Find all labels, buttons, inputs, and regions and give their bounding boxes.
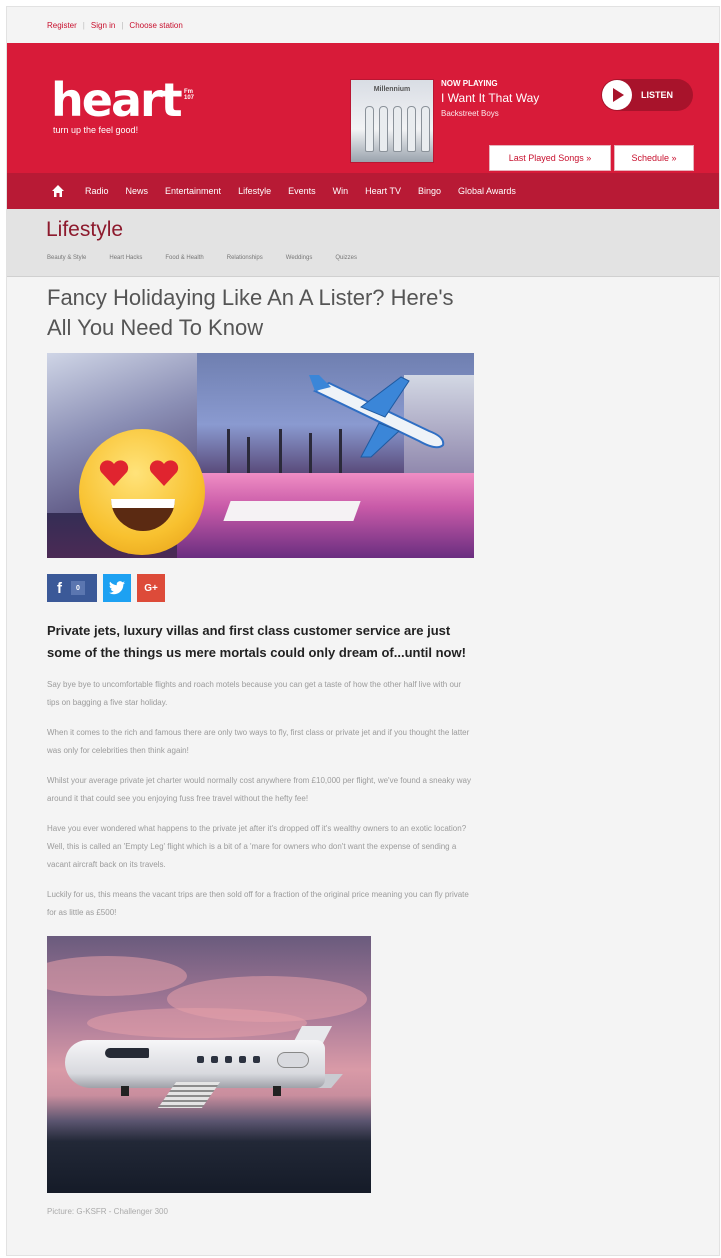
subnav-relationships[interactable]: Relationships xyxy=(227,255,263,261)
nav-item-entertainment[interactable]: Entertainment xyxy=(165,186,221,196)
article-lede: Private jets, luxury villas and first cl… xyxy=(47,623,466,660)
article-paragraph: Luckily for us, this means the vacant tr… xyxy=(47,890,469,917)
album-title: Millennium xyxy=(373,86,411,93)
subnav-weddings[interactable]: Weddings xyxy=(286,255,313,261)
share-count: 0 xyxy=(71,581,85,595)
facebook-share-button[interactable]: f 0 xyxy=(47,574,97,602)
nav-item-radio[interactable]: Radio xyxy=(85,186,109,196)
article-paragraph: When it comes to the rich and famous the… xyxy=(47,728,470,755)
now-playing-label: NOW PLAYING xyxy=(441,79,498,88)
article-paragraph: Whilst your average private jet charter … xyxy=(47,776,471,803)
nav-item-events[interactable]: Events xyxy=(288,186,316,196)
nav-item-bingo[interactable]: Bingo xyxy=(418,186,441,196)
subnav-quizzes[interactable]: Quizzes xyxy=(335,255,357,261)
artist-name: Backstreet Boys xyxy=(441,109,499,118)
separator: | xyxy=(82,20,85,30)
choose-station-link[interactable]: Choose station xyxy=(129,21,182,30)
now-playing: NOW PLAYING I Want It That Way Backstree… xyxy=(441,79,539,118)
article-headline: Fancy Holidaying Like An A Lister? Here'… xyxy=(47,285,454,340)
nav-item-news[interactable]: News xyxy=(126,186,149,196)
separator: | xyxy=(121,20,124,30)
facebook-icon: f xyxy=(57,579,62,597)
subnav-food-health[interactable]: Food & Health xyxy=(165,255,203,261)
listen-label: LISTEN xyxy=(641,90,674,100)
utility-bar: Register | Sign in | Choose station xyxy=(7,7,719,43)
register-link[interactable]: Register xyxy=(47,21,77,30)
schedule-button[interactable]: Schedule » xyxy=(614,145,694,171)
page-frame: Register | Sign in | Choose station hear… xyxy=(6,6,720,1256)
heart-eyes-emoji-icon xyxy=(79,429,205,555)
google-plus-share-button[interactable]: G+ xyxy=(137,574,165,602)
section-title: Lifestyle xyxy=(46,218,124,241)
twitter-icon xyxy=(109,581,125,595)
home-icon[interactable] xyxy=(51,184,65,198)
play-icon xyxy=(602,80,632,110)
section-subnav: Beauty & Style Heart Hacks Food & Health… xyxy=(47,255,380,261)
heart-logo[interactable]: heart Fm 107 turn up the feel good! xyxy=(51,73,194,135)
twitter-share-button[interactable] xyxy=(103,574,131,602)
logo-word: heart xyxy=(51,73,183,127)
sign-in-link[interactable]: Sign in xyxy=(91,21,115,30)
hero-image xyxy=(47,353,474,558)
private-jet-image xyxy=(47,936,371,1193)
subnav-heart-hacks[interactable]: Heart Hacks xyxy=(109,255,142,261)
section-band: Lifestyle Beauty & Style Heart Hacks Foo… xyxy=(7,209,719,277)
site-header: heart Fm 107 turn up the feel good! Mill… xyxy=(7,43,719,173)
album-art: Millennium xyxy=(350,79,434,163)
google-plus-icon: G+ xyxy=(144,582,158,594)
article-paragraph: Have you ever wondered what happens to t… xyxy=(47,824,467,869)
nav-item-heart-tv[interactable]: Heart TV xyxy=(365,186,401,196)
logo-frequency: Fm 107 xyxy=(184,89,195,101)
last-played-songs-button[interactable]: Last Played Songs » xyxy=(489,145,611,171)
subnav-beauty-style[interactable]: Beauty & Style xyxy=(47,255,86,261)
article-paragraph: Say bye bye to uncomfortable flights and… xyxy=(47,680,462,707)
airplane-icon xyxy=(309,375,445,458)
nav-item-lifestyle[interactable]: Lifestyle xyxy=(238,186,271,196)
article: Fancy Holidaying Like An A Lister? Here'… xyxy=(47,283,477,1216)
song-title: I Want It That Way xyxy=(441,91,540,105)
main-nav: Radio News Entertainment Lifestyle Event… xyxy=(7,173,719,209)
nav-item-global-awards[interactable]: Global Awards xyxy=(458,186,516,196)
listen-button[interactable]: LISTEN xyxy=(601,79,693,111)
image-caption: Picture: G-KSFR - Challenger 300 xyxy=(47,1207,168,1216)
nav-item-win[interactable]: Win xyxy=(333,186,349,196)
share-bar: f 0 G+ xyxy=(47,574,477,602)
